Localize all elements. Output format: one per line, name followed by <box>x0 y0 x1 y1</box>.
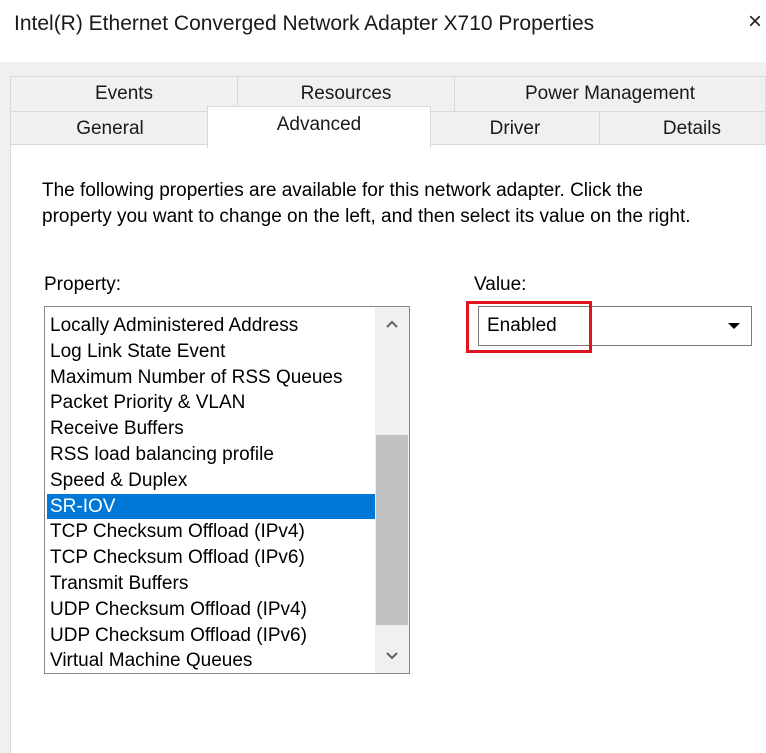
property-item-rss-load-balancing-profile[interactable]: RSS load balancing profile <box>47 442 376 468</box>
property-item-transmit-buffers[interactable]: Transmit Buffers <box>47 571 376 597</box>
property-item-tcp-checksum-ipv6[interactable]: TCP Checksum Offload (IPv6) <box>47 545 376 571</box>
tab-bar: Events Resources Power Management Genera… <box>0 62 766 148</box>
dialog-frame <box>0 144 10 753</box>
tab-driver[interactable]: Driver <box>430 111 600 146</box>
property-item-max-rss-queues[interactable]: Maximum Number of RSS Queues <box>47 365 376 391</box>
tab-driver-label: Driver <box>489 118 541 139</box>
tab-general-label: General <box>76 118 144 139</box>
scroll-up-icon[interactable] <box>375 307 409 341</box>
property-item-speed-duplex[interactable]: Speed & Duplex <box>47 468 376 494</box>
property-item-udp-checksum-ipv4[interactable]: UDP Checksum Offload (IPv4) <box>47 597 376 623</box>
property-label: Property: <box>44 274 122 295</box>
tab-advanced-label: Advanced <box>276 114 362 135</box>
property-item-udp-checksum-ipv6[interactable]: UDP Checksum Offload (IPv6) <box>47 623 376 649</box>
window-title: Intel(R) Ethernet Converged Network Adap… <box>14 12 595 35</box>
value-dropdown-selected: Enabled <box>487 315 557 336</box>
chevron-down-icon[interactable] <box>719 309 749 343</box>
property-item-receive-buffers[interactable]: Receive Buffers <box>47 416 376 442</box>
tab-power-management-label: Power Management <box>524 83 696 104</box>
property-item-packet-priority-vlan[interactable]: Packet Priority & VLAN <box>47 390 376 416</box>
property-item-virtual-machine-queues[interactable]: Virtual Machine Queues <box>47 648 376 673</box>
title-bar: Intel(R) Ethernet Converged Network Adap… <box>0 0 766 62</box>
tab-general[interactable]: General <box>10 111 210 146</box>
value-label: Value: <box>474 274 527 295</box>
property-item-locally-administered-address[interactable]: Locally Administered Address <box>47 313 376 339</box>
tab-advanced[interactable]: Advanced <box>207 106 431 148</box>
close-icon[interactable]: × <box>748 10 762 34</box>
property-item-sr-iov[interactable]: SR-IOV <box>47 493 376 520</box>
property-list: Locally Administered Address Log Link St… <box>47 313 376 673</box>
scroll-down-icon[interactable] <box>375 639 409 673</box>
description-text: The following properties are available f… <box>42 180 691 227</box>
property-listbox[interactable]: Locally Administered Address Log Link St… <box>44 306 410 674</box>
property-item-log-link-state-event[interactable]: Log Link State Event <box>47 339 376 365</box>
tab-details[interactable]: Details <box>599 111 766 146</box>
tab-events[interactable]: Events <box>10 76 238 112</box>
scroll-thumb[interactable] <box>376 435 408 625</box>
property-list-scrollbar[interactable] <box>375 307 409 673</box>
value-dropdown[interactable]: Enabled <box>478 306 752 346</box>
tab-details-label: Details <box>662 118 721 139</box>
property-item-tcp-checksum-ipv4[interactable]: TCP Checksum Offload (IPv4) <box>47 519 376 545</box>
tab-events-label: Events <box>94 83 154 104</box>
tab-power-management[interactable]: Power Management <box>454 76 766 112</box>
